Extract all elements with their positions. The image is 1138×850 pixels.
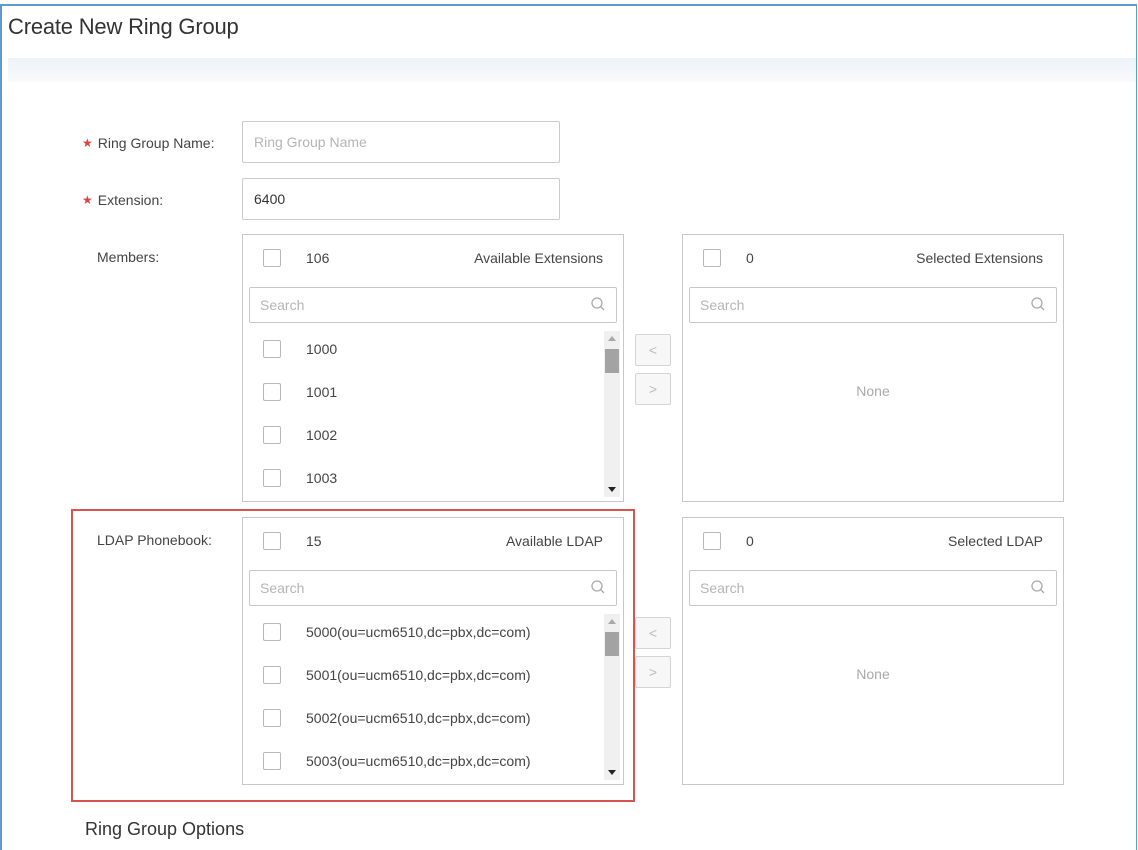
search-icon[interactable] bbox=[590, 579, 606, 595]
selected-extensions-panel: 0 Selected Extensions None bbox=[682, 234, 1064, 502]
available-ldap-list: 5000(ou=ucm6510,dc=pbx,dc=com) 5001(ou=u… bbox=[243, 610, 623, 784]
page-title: Create New Ring Group bbox=[8, 14, 239, 39]
item-label: 5000(ou=ucm6510,dc=pbx,dc=com) bbox=[306, 623, 531, 640]
select-all-extensions-checkbox[interactable] bbox=[263, 249, 281, 267]
select-all-selected-extensions-checkbox[interactable] bbox=[703, 249, 721, 267]
item-label: 1000 bbox=[306, 340, 338, 357]
item-label: 5001(ou=ucm6510,dc=pbx,dc=com) bbox=[306, 666, 531, 683]
selected-ldap-count: 0 bbox=[746, 533, 754, 549]
available-ldap-search-input[interactable] bbox=[260, 571, 553, 605]
scrollbar-thumb[interactable] bbox=[605, 632, 619, 656]
available-ldap-title: Available LDAP bbox=[505, 533, 603, 549]
ring-group-name-label: Ring Group Name: bbox=[97, 135, 215, 151]
list-item[interactable]: 5003(ou=ucm6510,dc=pbx,dc=com) bbox=[243, 739, 603, 782]
available-extensions-header: 106 Available Extensions bbox=[243, 235, 623, 281]
scroll-up-icon[interactable] bbox=[608, 336, 616, 341]
empty-list-text: None bbox=[856, 666, 890, 682]
ldap-move-left-button[interactable]: < bbox=[635, 617, 671, 649]
scroll-down-icon[interactable] bbox=[608, 487, 616, 492]
item-checkbox[interactable] bbox=[263, 622, 281, 641]
available-ldap-panel: 15 Available LDAP 5000(ou=ucm6510,dc=pbx… bbox=[242, 517, 624, 785]
ring-group-name-label-wrap: ★ Ring Group Name: bbox=[82, 135, 214, 151]
required-marker: ★ bbox=[82, 193, 93, 207]
selected-extensions-search-input[interactable] bbox=[700, 288, 993, 322]
available-extensions-search bbox=[249, 287, 617, 323]
move-left-button[interactable]: < bbox=[635, 334, 671, 366]
item-checkbox[interactable] bbox=[263, 382, 281, 401]
item-label: 5003(ou=ucm6510,dc=pbx,dc=com) bbox=[306, 752, 531, 769]
selected-ldap-header: 0 Selected LDAP bbox=[683, 518, 1063, 564]
item-checkbox[interactable] bbox=[263, 751, 281, 770]
available-ldap-search bbox=[249, 570, 617, 606]
scrollbar[interactable] bbox=[604, 331, 620, 497]
extension-label-wrap: ★ Extension: bbox=[82, 192, 163, 208]
list-item[interactable]: 1001 bbox=[243, 370, 603, 413]
empty-list-text: None bbox=[856, 383, 890, 399]
selected-extensions-title: Selected Extensions bbox=[916, 250, 1043, 266]
scroll-up-icon[interactable] bbox=[608, 619, 616, 624]
list-item[interactable]: 1002 bbox=[243, 413, 603, 456]
available-extensions-panel: 106 Available Extensions 1000 1001 1002 … bbox=[242, 234, 624, 502]
item-checkbox[interactable] bbox=[263, 708, 281, 727]
available-extensions-list: 1000 1001 1002 1003 bbox=[243, 327, 623, 501]
header-band bbox=[8, 58, 1136, 82]
selected-ldap-title: Selected LDAP bbox=[948, 533, 1043, 549]
selected-ldap-search-input[interactable] bbox=[700, 571, 993, 605]
selected-extensions-count: 0 bbox=[746, 250, 754, 266]
selected-ldap-search bbox=[689, 570, 1057, 606]
item-checkbox[interactable] bbox=[263, 425, 281, 444]
item-label: 1001 bbox=[306, 383, 338, 400]
item-label: 1003 bbox=[306, 469, 338, 486]
available-extensions-count: 106 bbox=[306, 250, 330, 266]
ring-group-options-title: Ring Group Options bbox=[85, 819, 245, 839]
list-item[interactable]: 5001(ou=ucm6510,dc=pbx,dc=com) bbox=[243, 653, 603, 696]
available-ldap-header: 15 Available LDAP bbox=[243, 518, 623, 564]
available-extensions-search-input[interactable] bbox=[260, 288, 553, 322]
item-checkbox[interactable] bbox=[263, 468, 281, 487]
selected-ldap-panel: 0 Selected LDAP None bbox=[682, 517, 1064, 785]
selected-extensions-search bbox=[689, 287, 1057, 323]
scrollbar-thumb[interactable] bbox=[605, 349, 619, 373]
search-icon[interactable] bbox=[1030, 296, 1046, 312]
scrollbar[interactable] bbox=[604, 614, 620, 780]
required-marker: ★ bbox=[82, 136, 93, 150]
move-right-button[interactable]: > bbox=[635, 373, 671, 405]
item-checkbox[interactable] bbox=[263, 339, 281, 358]
list-item[interactable]: 5000(ou=ucm6510,dc=pbx,dc=com) bbox=[243, 610, 603, 653]
list-item[interactable]: 1000 bbox=[243, 327, 603, 370]
extension-label: Extension: bbox=[97, 192, 164, 208]
ring-group-name-input[interactable] bbox=[242, 121, 560, 163]
available-ldap-count: 15 bbox=[306, 533, 322, 549]
scroll-down-icon[interactable] bbox=[608, 770, 616, 775]
list-item[interactable]: 5002(ou=ucm6510,dc=pbx,dc=com) bbox=[243, 696, 603, 739]
item-checkbox[interactable] bbox=[263, 665, 281, 684]
list-item[interactable]: 1003 bbox=[243, 456, 603, 499]
available-extensions-title: Available Extensions bbox=[474, 250, 603, 266]
search-icon[interactable] bbox=[590, 296, 606, 312]
members-label: Members: bbox=[97, 249, 160, 265]
ldap-move-right-button[interactable]: > bbox=[635, 656, 671, 688]
ldap-phonebook-label: LDAP Phonebook: bbox=[97, 532, 212, 548]
extension-input[interactable] bbox=[242, 178, 560, 220]
select-all-ldap-checkbox[interactable] bbox=[263, 532, 281, 550]
item-label: 5002(ou=ucm6510,dc=pbx,dc=com) bbox=[306, 709, 531, 726]
item-label: 1002 bbox=[306, 426, 338, 443]
search-icon[interactable] bbox=[1030, 579, 1046, 595]
selected-extensions-header: 0 Selected Extensions bbox=[683, 235, 1063, 281]
select-all-selected-ldap-checkbox[interactable] bbox=[703, 532, 721, 550]
